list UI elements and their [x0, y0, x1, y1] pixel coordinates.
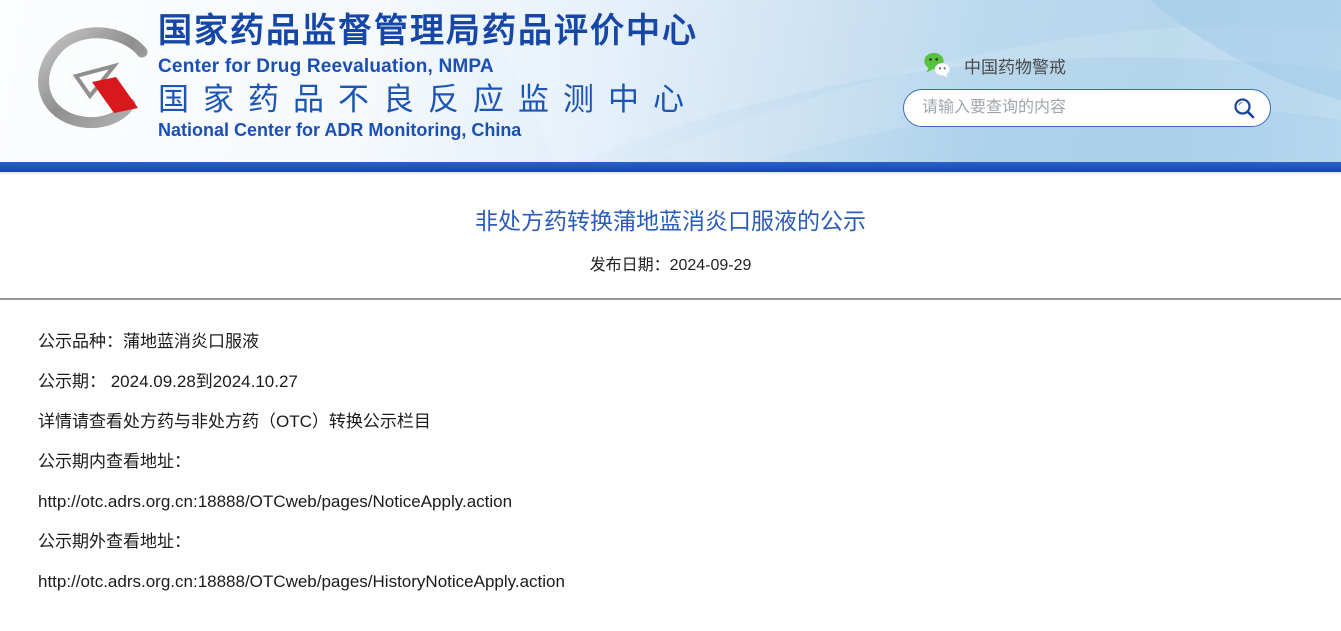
cdr-logo[interactable]: [26, 16, 160, 142]
org-name-cn-primary: 国家药品监督管理局药品评价中心: [158, 12, 698, 51]
article-content: 非处方药转换蒲地蓝消炎口服液的公示 发布日期：2024-09-29 公示品种：蒲…: [0, 174, 1341, 612]
org-title-block: 国家药品监督管理局药品评价中心 Center for Drug Reevalua…: [158, 12, 698, 141]
article-line: 公示品种：蒲地蓝消炎口服液: [38, 332, 1303, 352]
search-icon: [1232, 96, 1256, 120]
header-separator-bar: [0, 162, 1341, 172]
article-line: 公示期： 2024.09.28到2024.10.27: [38, 372, 1303, 392]
org-name-en-primary: Center for Drug Reevaluation, NMPA: [158, 56, 698, 78]
article-body: 公示品种：蒲地蓝消炎口服液 公示期： 2024.09.28到2024.10.27…: [0, 300, 1341, 592]
search-button[interactable]: [1230, 94, 1258, 122]
org-name-en-secondary: National Center for ADR Monitoring, Chin…: [158, 120, 698, 141]
article-line: 详情请查看处方药与非处方药（OTC）转换公示栏目: [38, 412, 1303, 432]
publish-date: 发布日期：2024-09-29: [0, 251, 1341, 275]
wechat-badge: 中国药物警戒: [923, 51, 1066, 79]
article-line: http://otc.adrs.org.cn:18888/OTCweb/page…: [38, 492, 1303, 512]
article-title: 非处方药转换蒲地蓝消炎口服液的公示: [0, 202, 1341, 236]
search-input[interactable]: [920, 98, 1230, 118]
page: 国家药品监督管理局药品评价中心 Center for Drug Reevalua…: [0, 0, 1341, 631]
wechat-label: 中国药物警戒: [964, 53, 1066, 78]
article-line: 公示期内查看地址：: [38, 452, 1303, 472]
article-line: http://otc.adrs.org.cn:18888/OTCweb/page…: [38, 572, 1303, 592]
wechat-icon: [923, 51, 951, 79]
search-box: [903, 89, 1271, 127]
site-header: 国家药品监督管理局药品评价中心 Center for Drug Reevalua…: [0, 0, 1341, 162]
org-name-cn-secondary: 国家药品不良反应监测中心: [158, 82, 698, 118]
article-line: 公示期外查看地址：: [38, 532, 1303, 552]
